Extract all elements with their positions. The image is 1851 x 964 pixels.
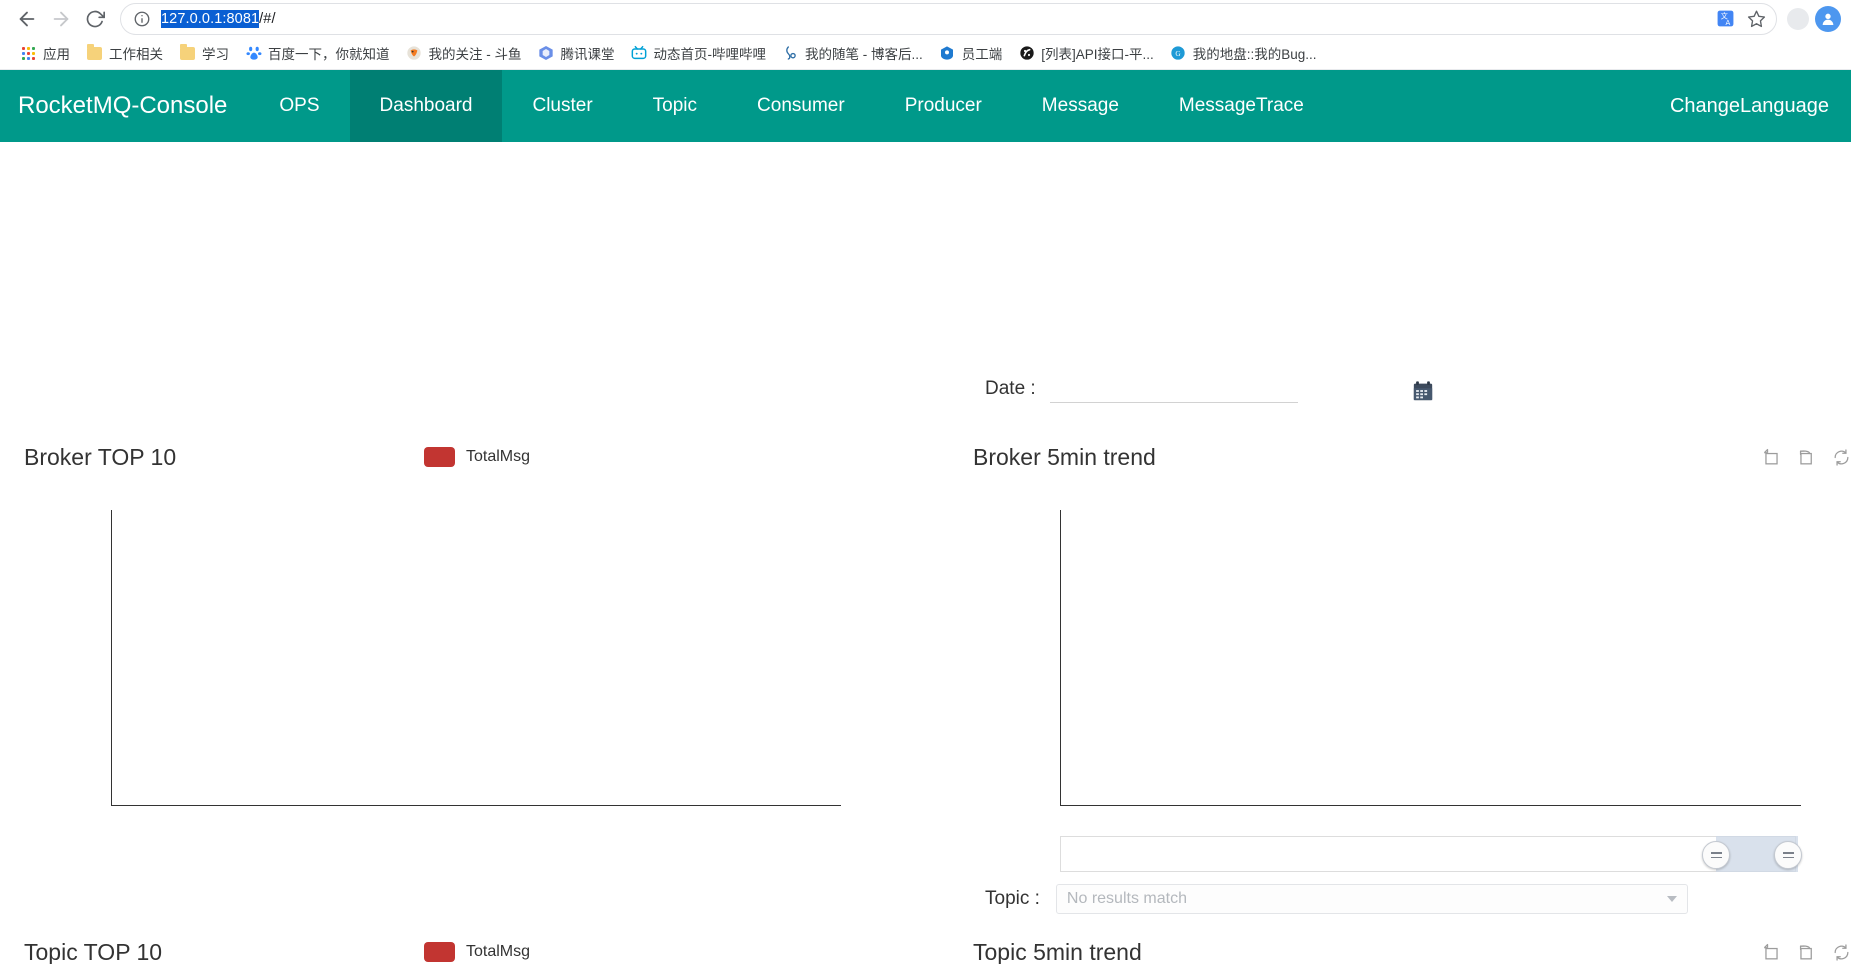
site-info-icon[interactable] [133,10,151,28]
datazoom-handle-left[interactable] [1702,841,1730,869]
nav-item-ops[interactable]: OPS [249,70,349,142]
url-selected[interactable]: 127.0.0.1:8081 [161,9,260,28]
legend-label-totalmsg[interactable]: TotalMsg [466,448,530,466]
folder-icon [179,43,196,62]
nav-item-topic[interactable]: Topic [623,70,727,142]
nav-item-dashboard[interactable]: Dashboard [349,70,503,142]
bookmark-label: 百度一下，你就知道 [268,47,390,62]
topic-trend-title: Topic 5min trend [973,939,1142,964]
date-input[interactable] [1049,377,1298,403]
bookmark-study-folder[interactable]: 学习 [171,40,237,66]
bookmark-douyu[interactable]: 我的关注 - 斗鱼 [398,40,530,66]
restore-icon[interactable] [1797,943,1816,962]
topic-top10-title: Topic TOP 10 [24,939,163,964]
date-label: Date : [985,377,1036,399]
broker-trend-datazoom-slider[interactable] [1060,836,1802,872]
reload-button[interactable] [78,2,112,36]
change-language-button[interactable]: ChangeLanguage [1648,70,1851,142]
topic-label: Topic : [985,888,1040,909]
bookmark-bilibili[interactable]: 动态首页-哔哩哔哩 [623,40,775,66]
bookmark-api-list[interactable]: [列表]API接口-平... [1010,40,1162,66]
bookmark-tencent-ke[interactable]: 腾讯课堂 [530,40,623,66]
chevron-down-icon[interactable] [1666,896,1677,902]
douyu-icon [406,45,423,62]
data-zoom-icon[interactable] [1762,448,1781,467]
extension-icon[interactable] [1787,7,1809,30]
forward-button[interactable] [44,2,78,36]
back-button[interactable] [10,2,44,36]
broker-top10-legend[interactable]: TotalMsg [424,447,530,467]
topic-filter: Topic : No results match [985,884,1688,914]
calendar-icon[interactable] [1412,380,1434,402]
baidu-icon [245,45,262,62]
bookmark-label: 工作相关 [109,47,163,62]
bookmark-label: 动态首页-哔哩哔哩 [653,47,767,62]
bookmark-label: 员工端 [961,47,1003,62]
nav-item-message[interactable]: Message [1012,70,1149,142]
broker-trend-chart[interactable] [1060,510,1801,806]
legend-label-totalmsg[interactable]: TotalMsg [466,943,530,961]
app-navbar: RocketMQ-Console OPS Dashboard Cluster T… [0,70,1851,142]
bookmarks-bar: 应用 工作相关 学习 百度一下，你就知道 我的关注 - 斗鱼 腾讯课堂 动态首页… [0,37,1851,70]
bookmark-baidu[interactable]: 百度一下，你就知道 [237,40,398,66]
bilibili-icon [631,45,648,62]
bookmark-work-folder[interactable]: 工作相关 [78,40,171,66]
legend-swatch-totalmsg[interactable] [424,942,455,962]
bookmark-label: 腾讯课堂 [560,47,615,62]
restore-icon[interactable] [1797,448,1816,467]
bookmark-my-bug[interactable]: G 我的地盘::我的Bug... [1162,40,1325,66]
bookmark-label: 我的随笔 - 博客后... [805,47,923,62]
url-text[interactable]: 127.0.0.1:8081/#/ [161,9,276,28]
topic-trend-toolbox [1762,943,1851,962]
broker-top10-chart[interactable] [111,510,841,806]
browser-chrome: 127.0.0.1:8081/#/ 文A 应用 工作相关 学习 百度一下，你就知… [0,0,1851,70]
bookmark-label: 我的地盘::我的Bug... [1192,47,1317,62]
topic-top10-legend[interactable]: TotalMsg [424,942,530,962]
browser-toolbar: 127.0.0.1:8081/#/ 文A [0,0,1851,37]
apps-grid-icon [20,45,37,62]
folder-icon [86,43,103,62]
url-path[interactable]: /#/ [259,11,275,27]
datazoom-handle-right[interactable] [1774,841,1802,869]
omnibox-actions: 文A [1716,4,1766,34]
date-filter: Date : [985,377,1298,403]
bookmark-employee[interactable]: 员工端 [931,40,1011,66]
svg-text:A: A [1726,19,1731,27]
bookmark-label: 应用 [43,47,70,62]
broker-top10-title: Broker TOP 10 [24,444,177,470]
address-bar[interactable]: 127.0.0.1:8081/#/ 文A [120,2,1777,35]
broker-trend-title: Broker 5min trend [973,444,1156,470]
employee-icon [939,45,956,62]
svg-text:G: G [1176,49,1182,58]
profile-avatar[interactable] [1815,5,1841,32]
dashboard-page: Date : Broker TOP 10 TotalMsg Broker 5mi… [0,142,1851,964]
bookmark-apps[interactable]: 应用 [12,40,78,66]
nav-item-consumer[interactable]: Consumer [727,70,875,142]
api-icon [1018,45,1035,62]
bookmark-label: 学习 [202,47,229,62]
topic-select-placeholder: No results match [1066,890,1187,907]
bookmark-label: [列表]API接口-平... [1041,47,1154,62]
data-zoom-icon[interactable] [1762,943,1781,962]
nav-item-cluster[interactable]: Cluster [502,70,622,142]
bookmark-label: 我的关注 - 斗鱼 [428,47,522,62]
topic-select[interactable]: No results match [1055,884,1688,914]
translate-icon[interactable]: 文A [1716,9,1735,28]
broker-trend-toolbox [1762,448,1851,467]
legend-swatch-totalmsg[interactable] [424,447,455,467]
cnblogs-icon [782,45,799,62]
refresh-icon[interactable] [1832,943,1851,962]
app-brand[interactable]: RocketMQ-Console [0,70,249,142]
refresh-icon[interactable] [1832,448,1851,467]
bookmark-cnblogs[interactable]: 我的随笔 - 博客后... [774,40,931,66]
bookmark-star-icon[interactable] [1747,9,1766,28]
nav-item-messagetrace[interactable]: MessageTrace [1149,70,1334,142]
nav-item-producer[interactable]: Producer [875,70,1012,142]
bug-tracker-icon: G [1170,45,1187,62]
tencent-ke-icon [538,45,555,62]
